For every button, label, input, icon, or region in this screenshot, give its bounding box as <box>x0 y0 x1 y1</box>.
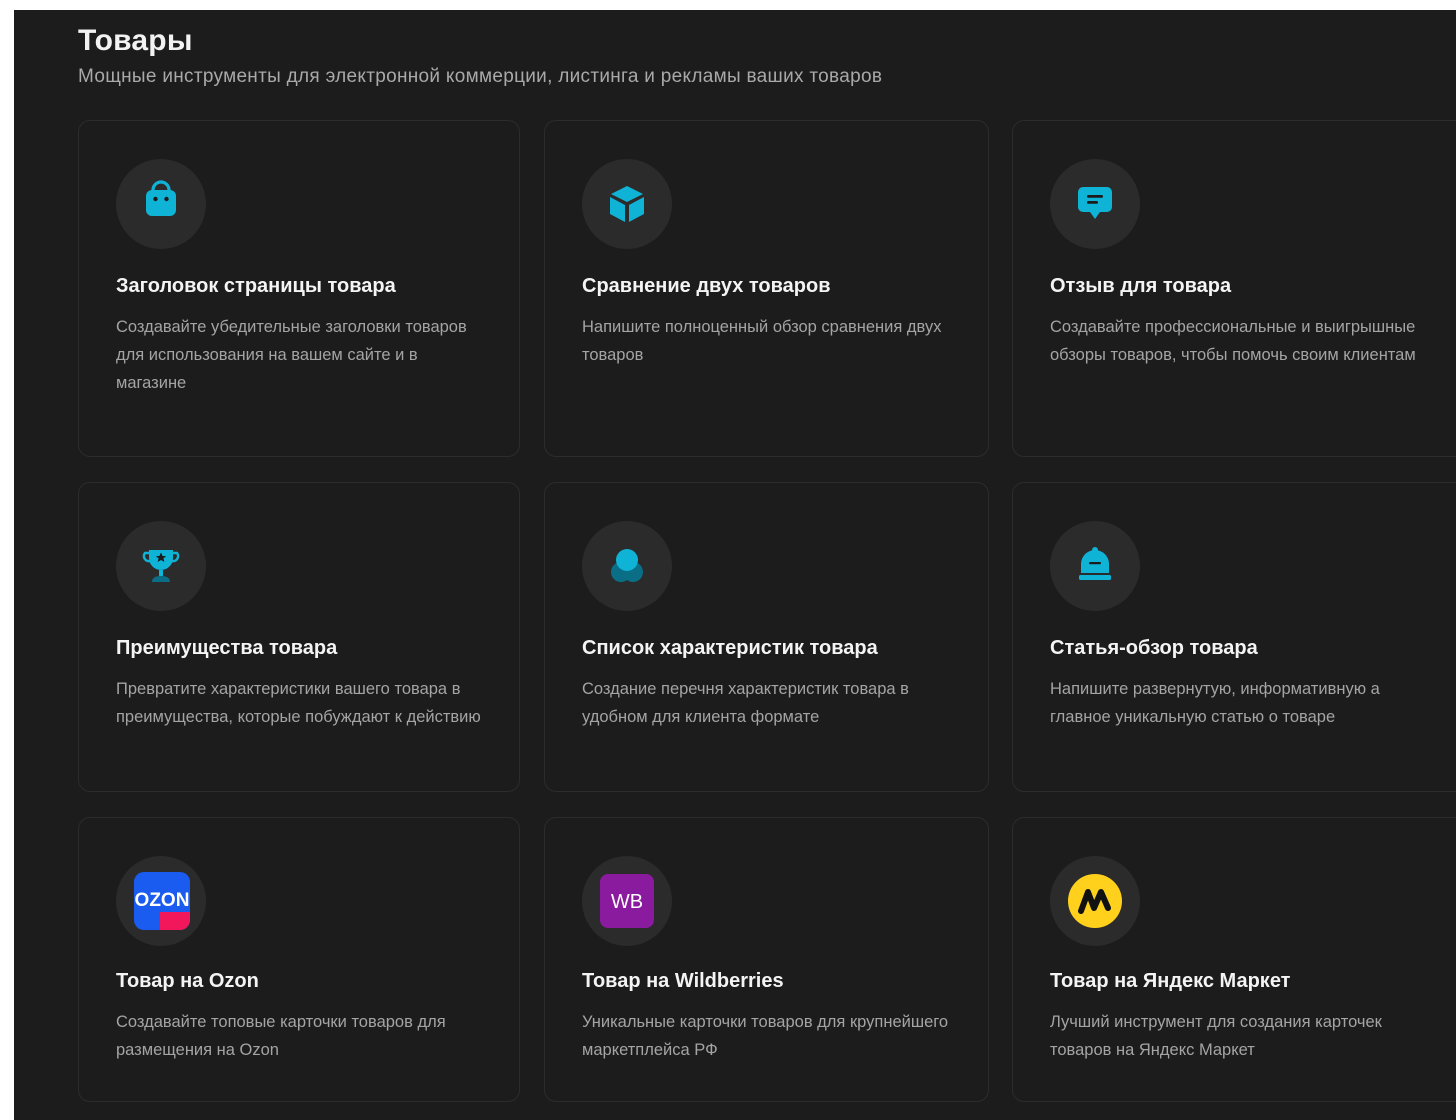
card-title: Статья-обзор товара <box>1050 637 1258 659</box>
wildberries-logo-icon: WB <box>582 856 672 946</box>
card-product-on-wildberries[interactable]: WB Товар на Wildberries Уникальные карто… <box>544 817 989 1102</box>
card-title: Отзыв для товара <box>1050 275 1232 297</box>
circles-icon <box>582 521 672 611</box>
card-product-features-list[interactable]: Список характеристик товара Создание пер… <box>544 482 989 792</box>
card-title: Преимущества товара <box>116 637 338 659</box>
card-product-page-title[interactable]: Заголовок страницы товара Создавайте убе… <box>78 120 520 457</box>
card-product-review[interactable]: Отзыв для товара Создавайте профессионал… <box>1012 120 1456 457</box>
card-description: Уникальные карточки товаров для крупнейш… <box>582 1013 949 1059</box>
card-product-on-ozon[interactable]: OZON Товар на Ozon Создавайте топовые ка… <box>78 817 520 1102</box>
products-section: Товары Мощные инструменты для электронно… <box>14 10 1456 1120</box>
card-description: Напишите полноценный обзор сравнения дву… <box>582 318 942 364</box>
card-title: Список характеристик товара <box>582 637 878 659</box>
cube-icon <box>582 159 672 249</box>
yandex-market-logo-icon <box>1050 856 1140 946</box>
card-title: Товар на Wildberries <box>582 970 784 992</box>
card-description: Создавайте топовые карточки товаров для … <box>116 1013 446 1059</box>
card-description: Создание перечня характеристик товара в … <box>582 680 909 726</box>
card-title: Заголовок страницы товара <box>116 275 396 297</box>
shopping-bag-icon <box>116 159 206 249</box>
card-product-review-article[interactable]: Статья-обзор товара Напишите развернутую… <box>1012 482 1456 792</box>
card-title: Товар на Ozon <box>116 970 259 992</box>
card-product-on-yandex-market[interactable]: Товар на Яндекс Маркет Лучший инструмент… <box>1012 817 1456 1102</box>
card-description: Создавайте профессиональные и выигрышные… <box>1050 318 1416 364</box>
card-title: Сравнение двух товаров <box>582 275 831 297</box>
ozon-logo-text: OZON <box>135 890 190 911</box>
section-title: Товары <box>78 24 193 57</box>
card-description: Лучший инструмент для создания карточек … <box>1050 1013 1382 1059</box>
card-title: Товар на Яндекс Маркет <box>1050 970 1291 992</box>
card-product-benefits[interactable]: Преимущества товара Превратите характери… <box>78 482 520 792</box>
card-description: Создавайте убедительные заголовки товаро… <box>116 318 467 392</box>
ozon-logo-icon: OZON <box>116 856 206 946</box>
chat-message-icon <box>1050 159 1140 249</box>
card-description: Превратите характеристики вашего товара … <box>116 680 481 726</box>
card-description: Напишите развернутую, информативную а гл… <box>1050 680 1380 726</box>
section-subtitle: Мощные инструменты для электронной комме… <box>78 66 883 87</box>
wildberries-logo-text: WB <box>611 891 643 913</box>
service-bell-icon <box>1050 521 1140 611</box>
trophy-icon <box>116 521 206 611</box>
card-compare-two-products[interactable]: Сравнение двух товаров Напишите полноцен… <box>544 120 989 457</box>
